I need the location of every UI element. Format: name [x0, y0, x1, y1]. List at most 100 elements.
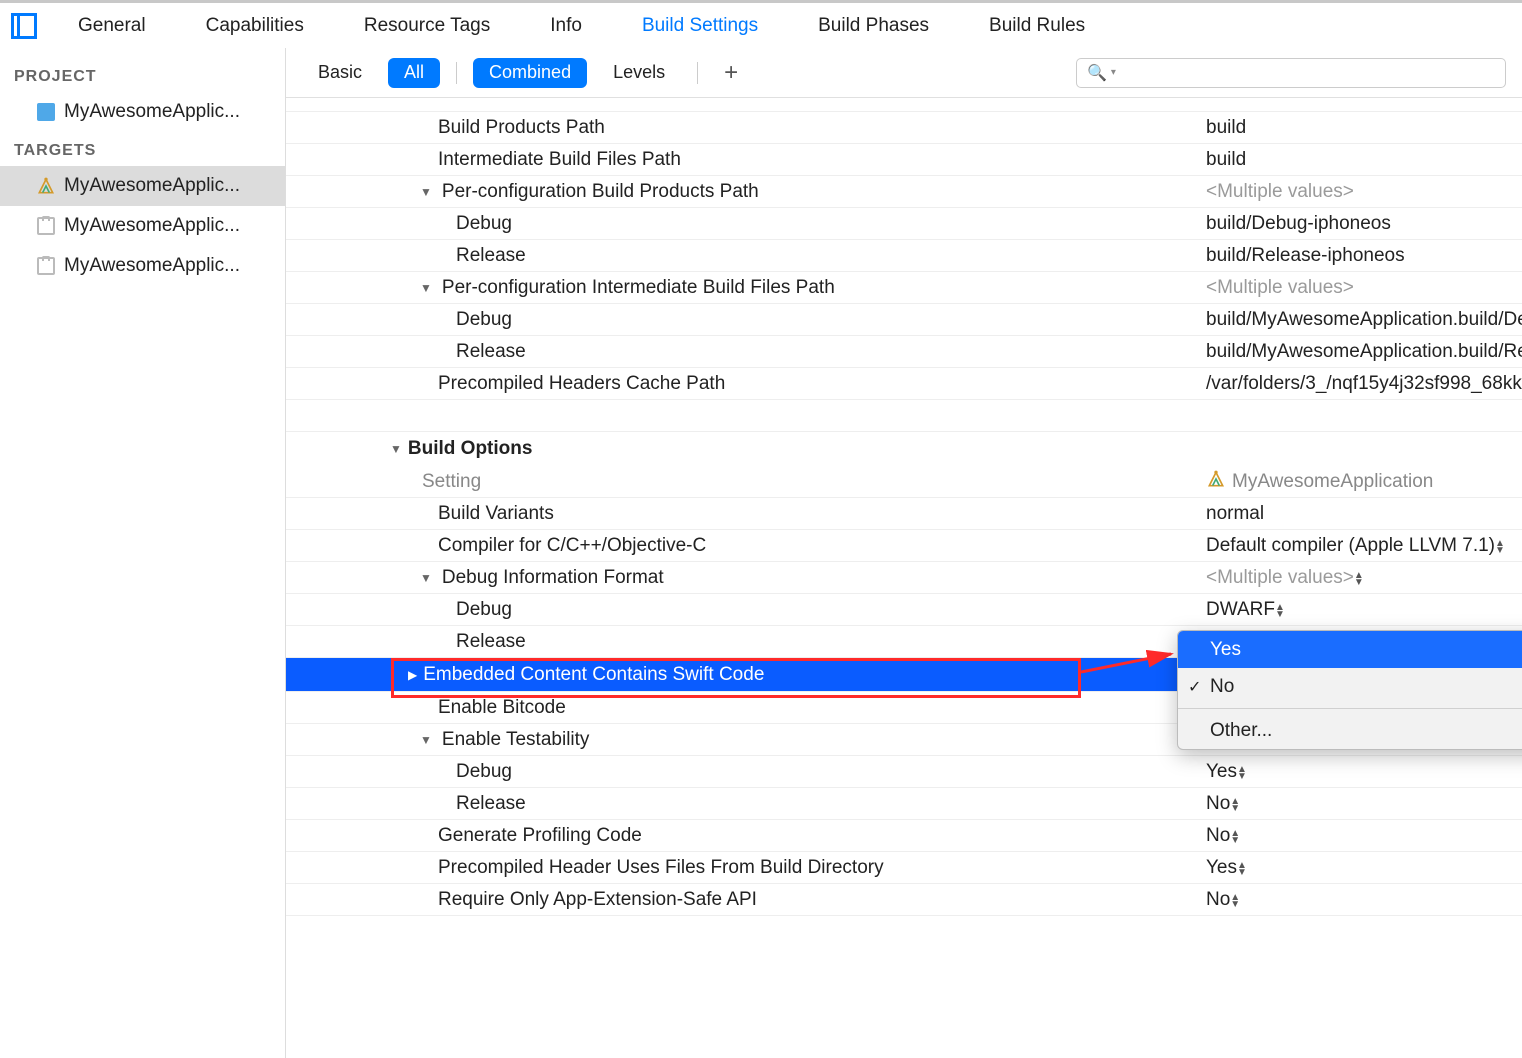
- target-item[interactable]: MyAwesomeApplic...: [0, 206, 285, 246]
- menu-item-label: No: [1210, 676, 1234, 698]
- disclosure-triangle-icon: ▼: [390, 442, 402, 456]
- setting-value[interactable]: No ▲▼: [1206, 793, 1236, 815]
- setting-row[interactable]: Generate Profiling Code No ▲▼: [286, 820, 1522, 852]
- setting-value[interactable]: Yes ▲▼: [1206, 761, 1243, 783]
- tab-capabilities[interactable]: Capabilities: [176, 2, 334, 50]
- menu-item-yes[interactable]: Yes: [1178, 631, 1522, 668]
- setting-value[interactable]: build: [1206, 149, 1246, 171]
- disclosure-triangle-icon: ▶: [408, 668, 417, 682]
- setting-value[interactable]: No ▲▼: [1206, 825, 1236, 847]
- setting-value[interactable]: normal: [1206, 503, 1264, 525]
- search-input[interactable]: [1120, 64, 1495, 82]
- menu-item-no[interactable]: ✓ No: [1178, 668, 1522, 705]
- setting-key: Intermediate Build Files Path: [438, 149, 681, 171]
- setting-key: Embedded Content Contains Swift Code: [423, 664, 764, 686]
- setting-key: Debug: [456, 761, 512, 783]
- setting-row[interactable]: Releasebuild/Release-iphoneos: [286, 240, 1522, 272]
- setting-value[interactable]: <Multiple values>: [1206, 277, 1354, 299]
- setting-row[interactable]: Release No ▲▼: [286, 788, 1522, 820]
- setting-value[interactable]: build: [1206, 117, 1246, 139]
- setting-row[interactable]: Release build/MyAwesomeApplication.build/…: [286, 336, 1522, 368]
- project-item[interactable]: MyAwesomeApplic...: [0, 92, 285, 132]
- setting-row[interactable]: ▼Per-configuration Build Products Path<M…: [286, 176, 1522, 208]
- search-field[interactable]: 🔍 ▾: [1076, 58, 1506, 88]
- setting-value[interactable]: Default compiler (Apple LLVM 7.1) ▲▼: [1206, 535, 1501, 557]
- tab-info[interactable]: Info: [520, 2, 612, 50]
- stepper-icon: ▲▼: [1230, 830, 1236, 844]
- app-icon: [36, 176, 56, 196]
- menu-item-other[interactable]: Other...: [1178, 712, 1522, 749]
- setting-key: Generate Profiling Code: [438, 825, 642, 847]
- tab-build-rules[interactable]: Build Rules: [959, 2, 1115, 50]
- setting-value[interactable]: build/MyAwesomeApplication.build/Deb...: [1206, 309, 1522, 331]
- stepper-icon: ▲▼: [1230, 798, 1236, 812]
- setting-value[interactable]: <Multiple values> ▲▼: [1206, 567, 1360, 589]
- setting-key: Per-configuration Intermediate Build Fil…: [442, 277, 835, 299]
- setting-row[interactable]: Build Products Path build: [286, 112, 1522, 144]
- setting-key: Require Only App-Extension-Safe API: [438, 889, 757, 911]
- setting-row[interactable]: Debug DWARF ▲▼: [286, 594, 1522, 626]
- divider: [697, 62, 698, 84]
- setting-key: Release: [456, 793, 526, 815]
- setting-row[interactable]: Debug build/MyAwesomeApplication.build/De…: [286, 304, 1522, 336]
- disclosure-triangle-icon: ▼: [420, 281, 432, 295]
- panel-toggle-button[interactable]: [0, 2, 48, 50]
- filter-combined-button[interactable]: Combined: [473, 58, 587, 88]
- filter-all-button[interactable]: All: [388, 58, 440, 88]
- filter-levels-button[interactable]: Levels: [597, 58, 681, 88]
- tab-build-settings[interactable]: Build Settings: [612, 2, 788, 50]
- setting-value[interactable]: DWARF ▲▼: [1206, 599, 1281, 621]
- column-header-row: Setting MyAwesomeApplication: [286, 466, 1522, 498]
- setting-row[interactable]: Precompiled Headers Cache Path/var/folde…: [286, 368, 1522, 400]
- tab-resource-tags[interactable]: Resource Tags: [334, 2, 520, 50]
- target-item-label: MyAwesomeApplic...: [64, 255, 240, 277]
- setting-key: Debug: [456, 309, 512, 331]
- setting-key: Release: [456, 341, 526, 363]
- left-panel-icon: [11, 13, 37, 39]
- main-tab-bar: GeneralCapabilitiesResource TagsInfoBuil…: [0, 0, 1522, 48]
- checkmark-icon: ✓: [1188, 677, 1201, 697]
- setting-row[interactable]: Build Variantsnormal: [286, 498, 1522, 530]
- setting-value[interactable]: /var/folders/3_/nqf15y4j32sf998_68kkq...: [1206, 373, 1522, 395]
- setting-row[interactable]: Intermediate Build Files Path build: [286, 144, 1522, 176]
- setting-row[interactable]: ▼ Per-configuration Intermediate Build Fi…: [286, 272, 1522, 304]
- setting-value[interactable]: build/MyAwesomeApplication.build/Rele...: [1206, 341, 1522, 363]
- tab-general[interactable]: General: [48, 2, 176, 50]
- target-item-label: MyAwesomeApplic...: [64, 215, 240, 237]
- search-icon: 🔍: [1087, 63, 1107, 83]
- setting-row[interactable]: Debug build/Debug-iphoneos: [286, 208, 1522, 240]
- stepper-icon: ▲▼: [1237, 862, 1243, 876]
- setting-key: Release: [456, 631, 526, 653]
- section-build-options[interactable]: ▼ Build Options: [286, 432, 1522, 466]
- menu-item-label: Yes: [1210, 639, 1241, 661]
- target-item[interactable]: MyAwesomeApplic...: [0, 246, 285, 286]
- setting-row[interactable]: Require Only App-Extension-Safe API No ▲▼: [286, 884, 1522, 916]
- stepper-icon: ▲▼: [1354, 572, 1360, 586]
- setting-value[interactable]: Yes ▲▼: [1206, 857, 1243, 879]
- setting-value[interactable]: build/Debug-iphoneos: [1206, 213, 1391, 235]
- target-item-label: MyAwesomeApplic...: [64, 175, 240, 197]
- setting-value[interactable]: build/Release-iphoneos: [1206, 245, 1405, 267]
- setting-value[interactable]: <Multiple values>: [1206, 181, 1354, 203]
- setting-row[interactable]: Compiler for C/C++/Objective-CDefault co…: [286, 530, 1522, 562]
- setting-key: Debug: [456, 599, 512, 621]
- setting-row[interactable]: ▼Debug Information Format<Multiple value…: [286, 562, 1522, 594]
- disclosure-triangle-icon: ▼: [420, 185, 432, 199]
- setting-key: Enable Bitcode: [438, 697, 566, 719]
- chevron-down-icon: ▾: [1111, 67, 1116, 78]
- tab-build-phases[interactable]: Build Phases: [788, 2, 959, 50]
- setting-row[interactable]: Debug Yes ▲▼: [286, 756, 1522, 788]
- add-setting-button[interactable]: +: [714, 59, 748, 87]
- setting-value[interactable]: No ▲▼: [1206, 889, 1236, 911]
- setting-row[interactable]: Precompiled Header Uses Files From Build…: [286, 852, 1522, 884]
- setting-key: Build Products Path: [438, 117, 605, 139]
- app-icon: [1206, 469, 1226, 495]
- target-item[interactable]: MyAwesomeApplic...: [0, 166, 285, 206]
- filter-basic-button[interactable]: Basic: [302, 58, 378, 88]
- setting-key: Debug: [456, 213, 512, 235]
- stepper-icon: ▲▼: [1237, 766, 1243, 780]
- build-settings-table: Build Products PathbuildIntermediate Bui…: [286, 98, 1522, 1058]
- setting-key: Precompiled Header Uses Files From Build…: [438, 857, 884, 879]
- disclosure-triangle-icon: ▼: [420, 571, 432, 585]
- target-placeholder-icon: [36, 216, 56, 236]
